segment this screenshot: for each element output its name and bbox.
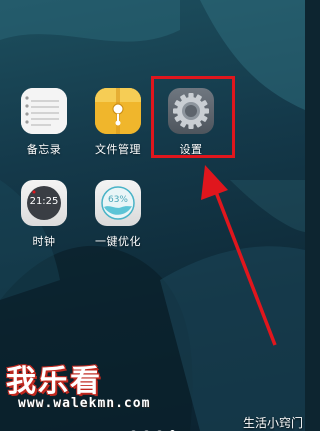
app-label: 一键优化: [95, 235, 141, 248]
app-notes[interactable]: 备忘录: [12, 88, 76, 157]
home-screen: 备忘录 文件管理 设置 21:25 时钟 63% 一键优化 我乐看 www.wa…: [0, 0, 305, 431]
optimize-icon: 63%: [95, 180, 141, 226]
clock-time: 21:25: [29, 196, 59, 207]
page-indicator: [0, 420, 305, 431]
settings-highlight-box: [151, 76, 235, 158]
app-clock[interactable]: 21:25 时钟: [12, 180, 76, 249]
app-optimize[interactable]: 63% 一键优化: [86, 180, 150, 249]
app-label: 时钟: [32, 235, 56, 248]
optimize-percent: 63%: [107, 195, 128, 205]
watermark-url: www.walekmn.com: [18, 396, 151, 411]
app-label: 备忘录: [26, 143, 62, 156]
notepad-icon: [21, 88, 67, 134]
watermark-brand: 我乐看: [6, 364, 102, 399]
app-label: 文件管理: [95, 143, 141, 156]
folder-icon: [95, 88, 141, 134]
app-file-manager[interactable]: 文件管理: [86, 88, 150, 157]
clock-icon: 21:25: [21, 180, 67, 226]
watermark: 我乐看 www.walekmn.com: [6, 356, 149, 411]
